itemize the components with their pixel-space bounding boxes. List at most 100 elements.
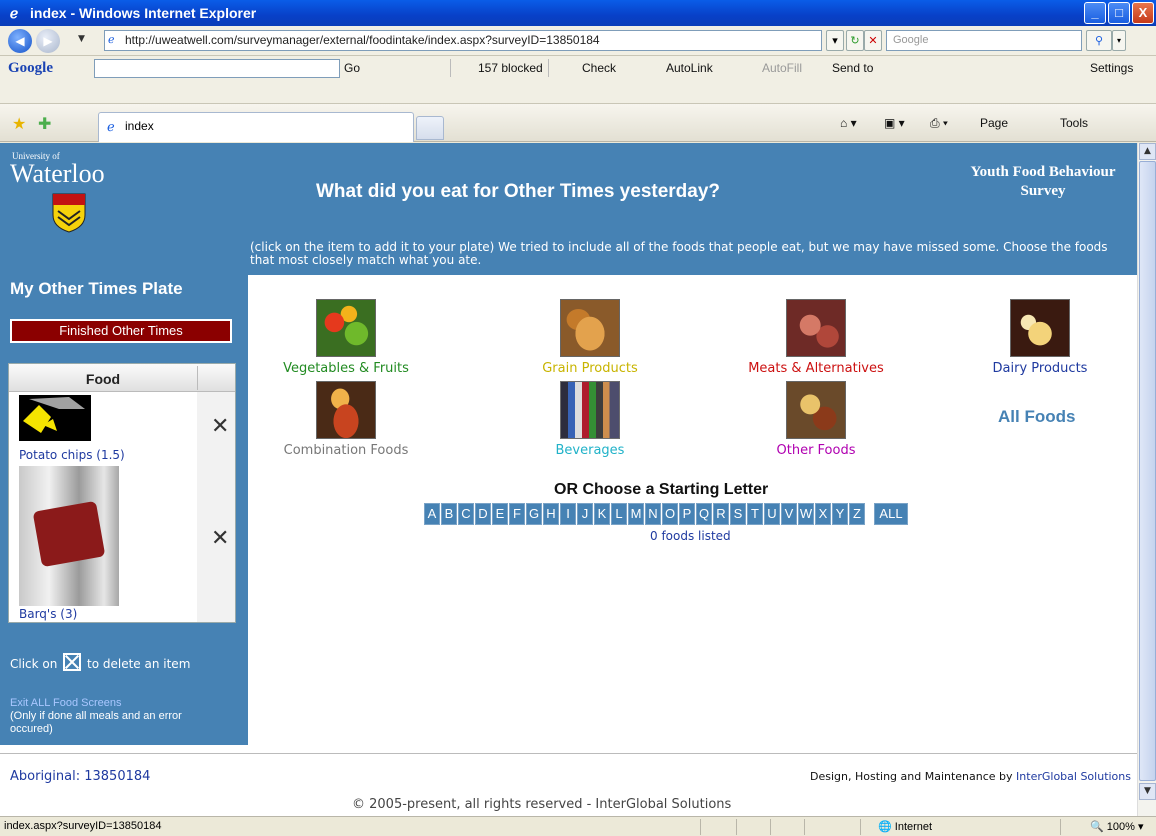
letter-button-n[interactable]: N bbox=[645, 503, 661, 525]
aboriginal-id: Aboriginal: 13850184 bbox=[10, 769, 151, 784]
all-foods-link[interactable]: All Foods bbox=[998, 407, 1075, 427]
category-grain-products[interactable]: Grain Products bbox=[500, 299, 680, 376]
delete-box-icon bbox=[63, 653, 82, 671]
home-icon[interactable]: ⌂ ▾ bbox=[840, 116, 857, 130]
letter-button-h[interactable]: H bbox=[543, 503, 559, 525]
settings-button[interactable]: Settings bbox=[1090, 61, 1133, 75]
letter-picker: A B C D E F G H I J K L M N O P Q R S T U V W X Y Z ALL bbox=[424, 503, 909, 525]
category-label: Meats & Alternatives bbox=[748, 361, 884, 376]
search-icon[interactable]: ⚲ bbox=[1086, 30, 1112, 51]
exit-all-food-screens-link[interactable]: Exit ALL Food Screens bbox=[10, 697, 122, 709]
food-column-header: Food bbox=[9, 364, 235, 392]
add-favorites-icon[interactable]: ✚ bbox=[38, 114, 51, 133]
tools-menu[interactable]: Tools bbox=[1060, 116, 1088, 130]
window-title-bar: ℯ index - Windows Internet Explorer _ □ … bbox=[0, 0, 1156, 26]
letter-button-u[interactable]: U bbox=[764, 503, 780, 525]
page-viewport: University of Waterloo What did you eat … bbox=[0, 143, 1137, 816]
delete-item-icon[interactable]: ✕ bbox=[211, 414, 229, 439]
history-dropdown-icon[interactable]: ▼ bbox=[78, 34, 85, 44]
survey-name: Youth Food Behaviour Survey bbox=[970, 164, 1116, 199]
footer-divider bbox=[0, 753, 1137, 754]
can-label bbox=[32, 500, 106, 568]
instructions-text: (click on the item to add it to your pla… bbox=[250, 240, 1108, 267]
letter-button-z[interactable]: Z bbox=[849, 503, 865, 525]
search-input[interactable]: Google bbox=[886, 30, 1082, 51]
letter-button-p[interactable]: P bbox=[679, 503, 695, 525]
finished-button[interactable]: Finished Other Times bbox=[10, 319, 232, 343]
search-options-icon[interactable]: ▾ bbox=[1112, 30, 1126, 51]
letter-button-a[interactable]: A bbox=[424, 503, 440, 525]
go-button[interactable]: Go bbox=[344, 61, 360, 75]
letter-button-r[interactable]: R bbox=[713, 503, 729, 525]
letter-button-i[interactable]: I bbox=[560, 503, 576, 525]
back-button[interactable]: ◀ bbox=[8, 29, 32, 53]
letter-button-f[interactable]: F bbox=[509, 503, 525, 525]
vertical-scrollbar[interactable]: ▲ ▼ bbox=[1137, 143, 1156, 816]
letter-button-t[interactable]: T bbox=[747, 503, 763, 525]
plate-item-name[interactable]: Barq's (3) bbox=[19, 607, 77, 621]
letter-button-g[interactable]: G bbox=[526, 503, 542, 525]
plate-item-name[interactable]: Potato chips (1.5) bbox=[19, 448, 125, 462]
waterloo-logo: Waterloo bbox=[10, 159, 105, 188]
letter-button-e[interactable]: E bbox=[492, 503, 508, 525]
scroll-up-icon[interactable]: ▲ bbox=[1139, 143, 1156, 160]
internet-zone: 🌐 Internet bbox=[878, 821, 933, 833]
autofill-button[interactable]: AutoFill bbox=[762, 61, 802, 75]
minimize-button[interactable]: _ bbox=[1084, 2, 1106, 24]
google-search-input[interactable] bbox=[94, 59, 340, 78]
forward-button[interactable]: ▶ bbox=[36, 29, 60, 53]
letter-button-s[interactable]: S bbox=[730, 503, 746, 525]
category-other-foods[interactable]: Other Foods bbox=[726, 381, 906, 458]
exit-note: (Only if done all meals and an error occ… bbox=[10, 710, 182, 735]
letter-button-x[interactable]: X bbox=[815, 503, 831, 525]
letter-button-m[interactable]: M bbox=[628, 503, 644, 525]
plate-title: My Other Times Plate bbox=[10, 279, 183, 298]
url-input[interactable]: ℯ http://uweatwell.com/surveymanager/ext… bbox=[104, 30, 822, 51]
meats-alternatives-image bbox=[786, 299, 846, 357]
letter-button-q[interactable]: Q bbox=[696, 503, 712, 525]
letter-button-v[interactable]: V bbox=[781, 503, 797, 525]
favorites-star-icon[interactable]: ★ bbox=[12, 114, 26, 133]
maximize-button[interactable]: □ bbox=[1108, 2, 1130, 24]
url-dropdown-icon[interactable]: ▾ bbox=[826, 30, 844, 51]
category-combination-foods[interactable]: Combination Foods bbox=[256, 381, 436, 458]
design-credit: Design, Hosting and Maintenance by Inter… bbox=[810, 770, 1131, 783]
scroll-down-icon[interactable]: ▼ bbox=[1139, 783, 1156, 800]
letter-button-d[interactable]: D bbox=[475, 503, 491, 525]
autolink-button[interactable]: AutoLink bbox=[666, 61, 713, 75]
chips-icon bbox=[23, 397, 85, 433]
page-menu[interactable]: Page bbox=[980, 116, 1008, 130]
interglobal-link[interactable]: InterGlobal Solutions bbox=[1016, 770, 1131, 783]
letter-button-b[interactable]: B bbox=[441, 503, 457, 525]
feeds-icon[interactable]: ▣ ▾ bbox=[884, 116, 905, 130]
category-dairy-products[interactable]: Dairy Products bbox=[950, 299, 1130, 376]
status-bar: index.aspx?surveyID=13850184 🌐 Internet … bbox=[0, 816, 1156, 836]
letter-button-l[interactable]: L bbox=[611, 503, 627, 525]
send-to-button[interactable]: Send to bbox=[832, 61, 873, 75]
category-beverages[interactable]: Beverages bbox=[500, 381, 680, 458]
delete-item-icon[interactable]: ✕ bbox=[211, 526, 229, 551]
letter-button-o[interactable]: O bbox=[662, 503, 678, 525]
letter-button-w[interactable]: W bbox=[798, 503, 814, 525]
vegetables-fruits-image bbox=[316, 299, 376, 357]
spell-check-button[interactable]: Check bbox=[582, 61, 616, 75]
refresh-icon[interactable]: ↻ bbox=[846, 30, 864, 51]
letter-button-k[interactable]: K bbox=[594, 503, 610, 525]
letter-button-y[interactable]: Y bbox=[832, 503, 848, 525]
print-icon[interactable]: ⎙ ▾ bbox=[930, 116, 948, 131]
stop-icon[interactable]: ✕ bbox=[864, 30, 882, 51]
letter-button-all[interactable]: ALL bbox=[874, 503, 908, 525]
zoom-level[interactable]: 🔍 100% ▾ bbox=[1090, 820, 1143, 833]
letter-button-c[interactable]: C bbox=[458, 503, 474, 525]
popup-blocked-button[interactable]: 157 blocked bbox=[478, 61, 543, 75]
status-divider bbox=[804, 819, 805, 835]
close-button[interactable]: X bbox=[1132, 2, 1154, 24]
scroll-thumb[interactable] bbox=[1139, 161, 1156, 781]
new-tab-button[interactable] bbox=[416, 116, 444, 140]
status-divider bbox=[700, 819, 701, 835]
category-meats-alternatives[interactable]: Meats & Alternatives bbox=[726, 299, 906, 376]
page-header: University of Waterloo What did you eat … bbox=[0, 143, 1137, 275]
category-vegetables-fruits[interactable]: Vegetables & Fruits bbox=[256, 299, 436, 376]
letter-button-j[interactable]: J bbox=[577, 503, 593, 525]
tab-index[interactable]: ℯ index bbox=[98, 112, 414, 142]
